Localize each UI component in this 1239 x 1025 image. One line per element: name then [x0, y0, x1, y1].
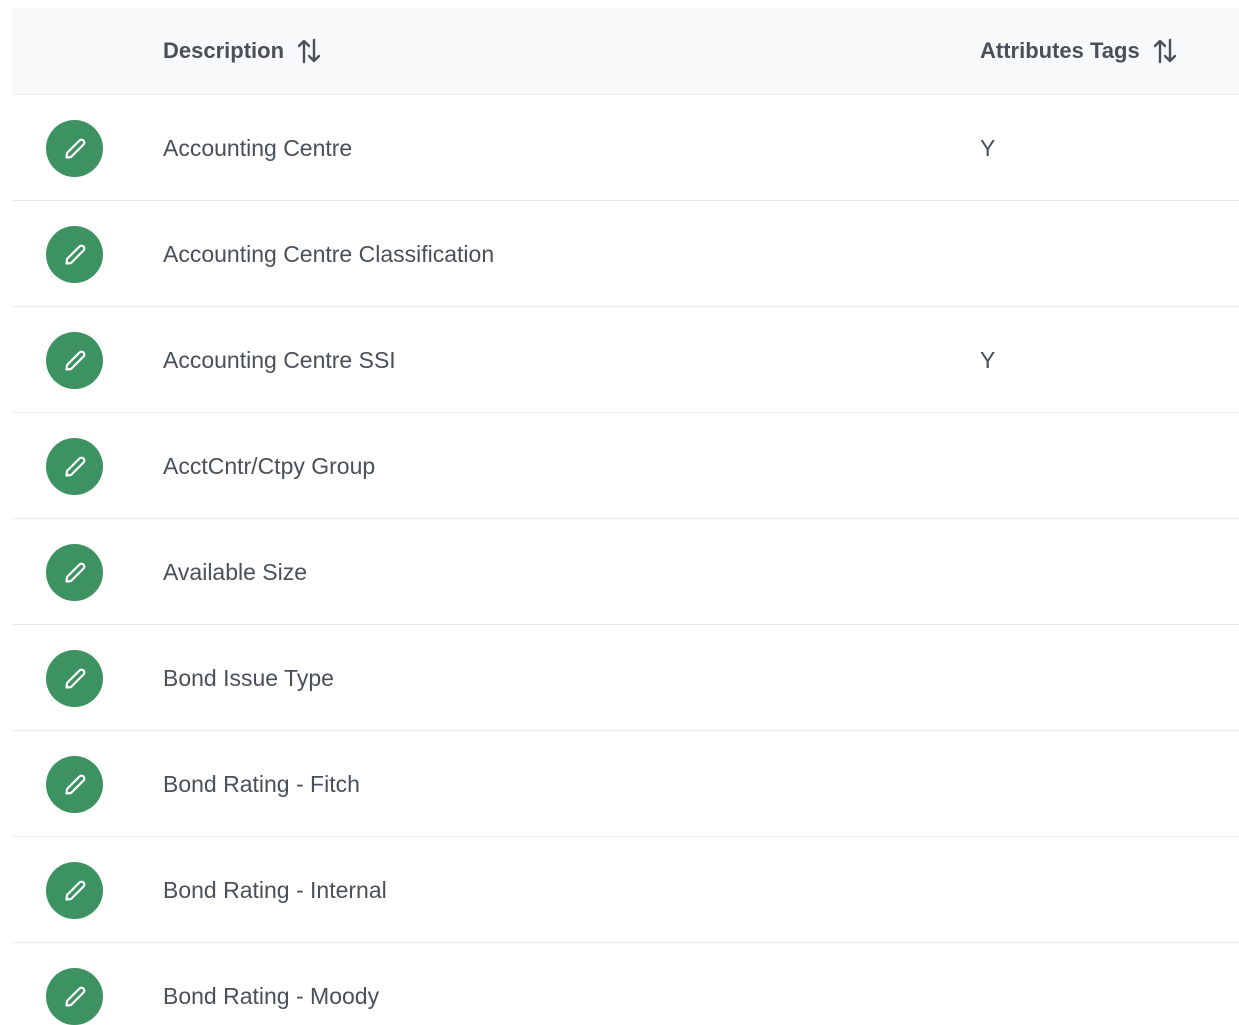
cell-description: Bond Rating - Fitch — [163, 770, 360, 797]
edit-button[interactable] — [46, 332, 103, 389]
pencil-icon — [64, 562, 85, 583]
edit-button[interactable] — [46, 650, 103, 707]
cell-description: Accounting Centre — [163, 134, 353, 161]
edit-button[interactable] — [46, 544, 103, 601]
edit-button[interactable] — [46, 226, 103, 283]
table-row: Accounting Centre Y — [12, 95, 1239, 201]
sort-alt-icon[interactable] — [296, 37, 322, 65]
cell-description: Bond Rating - Internal — [163, 876, 387, 903]
edit-button[interactable] — [46, 756, 103, 813]
pencil-icon — [64, 986, 85, 1007]
cell-description: Available Size — [163, 558, 308, 585]
pencil-icon — [64, 774, 85, 795]
cell-description: Bond Rating - Moody — [163, 982, 380, 1009]
table-body: Accounting Centre Y Accounting Centre Cl… — [12, 95, 1239, 1025]
column-header-attributes-tags[interactable]: Attributes Tags — [980, 8, 1178, 94]
cell-attributes-tags: Y — [980, 134, 996, 161]
table-row: Accounting Centre Classification — [12, 201, 1239, 307]
table-row: Accounting Centre SSI Y — [12, 307, 1239, 413]
pencil-icon — [64, 244, 85, 265]
pencil-icon — [64, 350, 85, 371]
sort-alt-icon[interactable] — [1152, 37, 1178, 65]
pencil-icon — [64, 880, 85, 901]
cell-attributes-tags: Y — [980, 346, 996, 373]
table-row: AcctCntr/Ctpy Group — [12, 413, 1239, 519]
table-header: Description Attributes Tags — [12, 8, 1239, 95]
edit-button[interactable] — [46, 862, 103, 919]
table-row: Bond Rating - Internal — [12, 837, 1239, 943]
table-row: Bond Rating - Moody — [12, 943, 1239, 1025]
column-header-label: Description — [163, 38, 285, 63]
pencil-icon — [64, 138, 85, 159]
edit-button[interactable] — [46, 968, 103, 1025]
cell-description: AcctCntr/Ctpy Group — [163, 452, 376, 479]
edit-button[interactable] — [46, 120, 103, 177]
pencil-icon — [64, 668, 85, 689]
pencil-icon — [64, 456, 85, 477]
edit-button[interactable] — [46, 438, 103, 495]
column-header-label: Attributes Tags — [980, 38, 1140, 63]
table-row: Bond Rating - Fitch — [12, 731, 1239, 837]
cell-description: Accounting Centre Classification — [163, 240, 495, 267]
column-header-description[interactable]: Description — [163, 8, 322, 94]
cell-description: Bond Issue Type — [163, 664, 334, 691]
table-row: Available Size — [12, 519, 1239, 625]
data-table: Description Attributes Tags Accounting C… — [12, 8, 1239, 1025]
cell-description: Accounting Centre SSI — [163, 346, 396, 373]
table-row: Bond Issue Type — [12, 625, 1239, 731]
